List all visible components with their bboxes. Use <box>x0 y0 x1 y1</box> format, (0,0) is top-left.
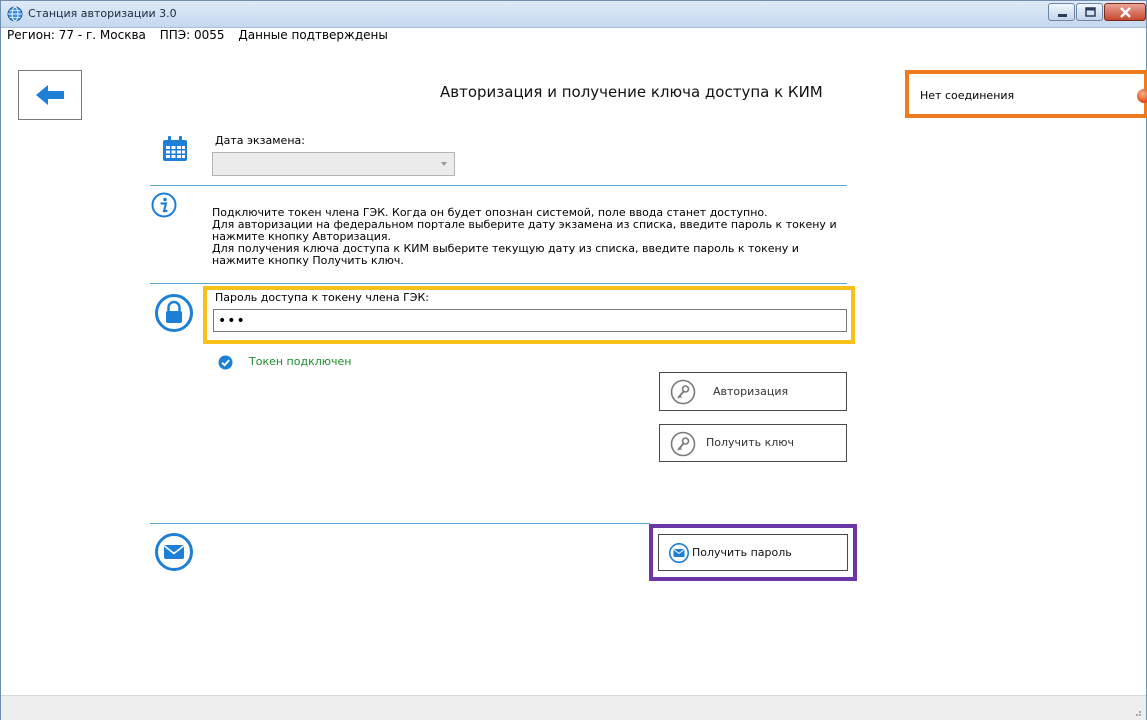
exam-date-label: Дата экзамена: <box>215 134 305 147</box>
arrow-left-icon <box>36 85 64 105</box>
close-icon <box>1120 7 1131 18</box>
password-section: Пароль доступа к токену члена ГЭК: <box>203 286 855 344</box>
minimize-button[interactable] <box>1048 3 1075 21</box>
resize-grip-icon[interactable] <box>1132 707 1142 717</box>
info-text: Подключите токен члена ГЭК. Когда он буд… <box>212 207 852 267</box>
check-circle-icon <box>218 355 233 370</box>
get-key-label: Получить ключ <box>706 436 795 449</box>
get-password-section: Получить пароль <box>649 524 857 581</box>
app-window: Станция авторизации 3.0 Регион: 77 - г. … <box>0 0 1147 720</box>
maximize-icon <box>1085 7 1096 17</box>
data-status-label: Данные подтверждены <box>238 28 388 42</box>
get-password-label: Получить пароль <box>692 546 792 559</box>
globe-icon <box>7 6 23 22</box>
key-icon <box>670 379 696 405</box>
status-line: Регион: 77 - г. Москва ППЭ: 0055 Данные … <box>7 28 398 46</box>
password-label: Пароль доступа к токену члена ГЭК: <box>215 291 429 304</box>
envelope-icon <box>155 533 193 571</box>
get-key-button[interactable]: Получить ключ <box>659 424 847 462</box>
minimize-icon <box>1058 14 1067 17</box>
get-password-button[interactable]: Получить пароль <box>658 534 848 571</box>
lock-icon <box>155 294 193 332</box>
token-status: Токен подключен <box>249 355 352 368</box>
close-button[interactable] <box>1104 3 1146 21</box>
back-button[interactable] <box>18 70 82 120</box>
divider <box>150 283 847 284</box>
divider <box>150 185 847 186</box>
status-bar <box>1 695 1146 720</box>
mail-icon <box>669 543 689 563</box>
window-title: Станция авторизации 3.0 <box>28 7 177 20</box>
authorize-button[interactable]: Авторизация <box>659 372 847 411</box>
password-input[interactable] <box>213 309 847 332</box>
chevron-down-icon <box>441 162 447 166</box>
key-icon <box>670 431 696 457</box>
connection-text: Нет соединения <box>920 89 1015 102</box>
region-label: Регион: 77 - г. Москва <box>7 28 146 42</box>
divider <box>150 523 650 524</box>
page-title: Авторизация и получение ключа доступа к … <box>440 83 823 101</box>
ppe-label: ППЭ: 0055 <box>159 28 225 42</box>
connection-status: Нет соединения <box>905 70 1147 118</box>
info-icon <box>151 192 177 218</box>
exam-date-select[interactable] <box>212 152 455 176</box>
maximize-button[interactable] <box>1076 3 1103 21</box>
info-line: нажмите кнопку Получить ключ. <box>212 254 404 267</box>
connection-indicator-icon <box>1137 89 1147 103</box>
authorize-label: Авторизация <box>713 385 789 398</box>
title-bar[interactable]: Станция авторизации 3.0 <box>1 1 1146 28</box>
calendar-icon <box>163 136 187 161</box>
